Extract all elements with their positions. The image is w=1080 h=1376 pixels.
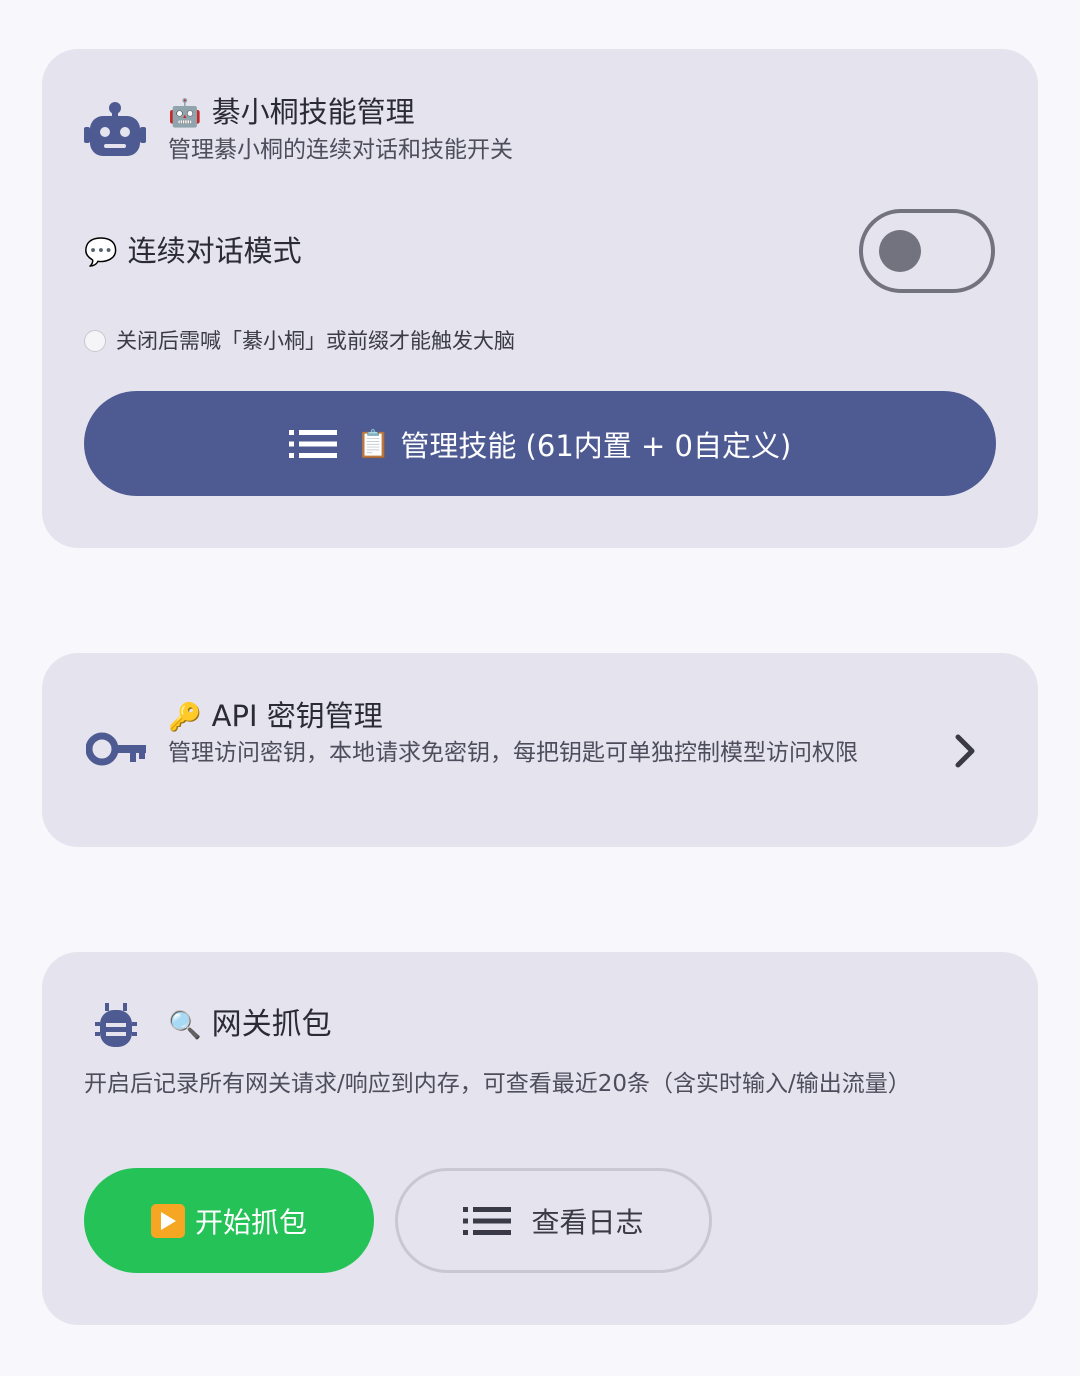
robot-emoji-icon: 🤖 bbox=[168, 98, 202, 129]
api-card-title: 🔑 API 密钥管理 bbox=[168, 698, 383, 736]
continuous-mode-text: 连续对话模式 bbox=[127, 234, 302, 268]
bug-icon bbox=[92, 1001, 140, 1049]
api-key-card[interactable]: 🔑 API 密钥管理 管理访问密钥，本地请求免密钥，每把钥匙可单独控制模型访问权限 bbox=[42, 653, 1038, 847]
manage-skills-button[interactable]: 📋 管理技能 (61内置 + 0自定义) bbox=[84, 391, 996, 496]
api-title-text: API 密钥管理 bbox=[211, 699, 383, 733]
api-card-subtitle: 管理访问密钥，本地请求免密钥，每把钥匙可单独控制模型访问权限 bbox=[168, 740, 858, 766]
list-icon bbox=[463, 1206, 512, 1235]
list-icon bbox=[288, 429, 337, 458]
chevron-right-icon[interactable] bbox=[950, 731, 980, 771]
view-logs-label: 查看日志 bbox=[531, 1205, 644, 1239]
skills-card-subtitle: 管理綦小桐的连续对话和技能开关 bbox=[168, 137, 513, 163]
clipboard-icon: 📋 bbox=[356, 428, 391, 460]
white-circle-icon bbox=[84, 330, 106, 352]
view-logs-button[interactable]: 查看日志 bbox=[395, 1168, 712, 1273]
start-capture-button[interactable]: 开始抓包 bbox=[84, 1168, 374, 1273]
capture-card-title: 🔍 网关抓包 bbox=[168, 1007, 332, 1044]
continuous-mode-label: 💬 连续对话模式 bbox=[84, 233, 302, 271]
mode-hint: 关闭后需喊「綦小桐」或前缀才能触发大脑 bbox=[84, 326, 515, 356]
continuous-mode-toggle[interactable] bbox=[859, 209, 995, 293]
start-capture-label: 开始抓包 bbox=[194, 1205, 307, 1239]
skills-title-text: 綦小桐技能管理 bbox=[211, 95, 415, 129]
magnifier-emoji-icon: 🔍 bbox=[168, 1010, 202, 1041]
key-emoji-icon: 🔑 bbox=[168, 702, 202, 733]
gateway-capture-card: 🔍 网关抓包 开启后记录所有网关请求/响应到内存，可查看最近20条（含实时输入/输… bbox=[42, 952, 1038, 1325]
manage-skills-label: 管理技能 (61内置 + 0自定义) bbox=[400, 428, 792, 463]
capture-description: 开启后记录所有网关请求/响应到内存，可查看最近20条（含实时输入/输出流量） bbox=[84, 1071, 911, 1097]
play-icon bbox=[150, 1203, 185, 1238]
key-icon bbox=[86, 732, 146, 766]
mode-hint-text: 关闭后需喊「綦小桐」或前缀才能触发大脑 bbox=[116, 329, 515, 353]
capture-title-text: 网关抓包 bbox=[211, 1007, 332, 1042]
skills-card-title: 🤖 綦小桐技能管理 bbox=[168, 94, 415, 132]
toggle-knob bbox=[879, 230, 921, 272]
robot-icon bbox=[84, 101, 146, 157]
speech-bubble-icon: 💬 bbox=[84, 237, 118, 268]
skills-card: 🤖 綦小桐技能管理 管理綦小桐的连续对话和技能开关 💬 连续对话模式 关闭后需喊「綦… bbox=[42, 49, 1038, 548]
